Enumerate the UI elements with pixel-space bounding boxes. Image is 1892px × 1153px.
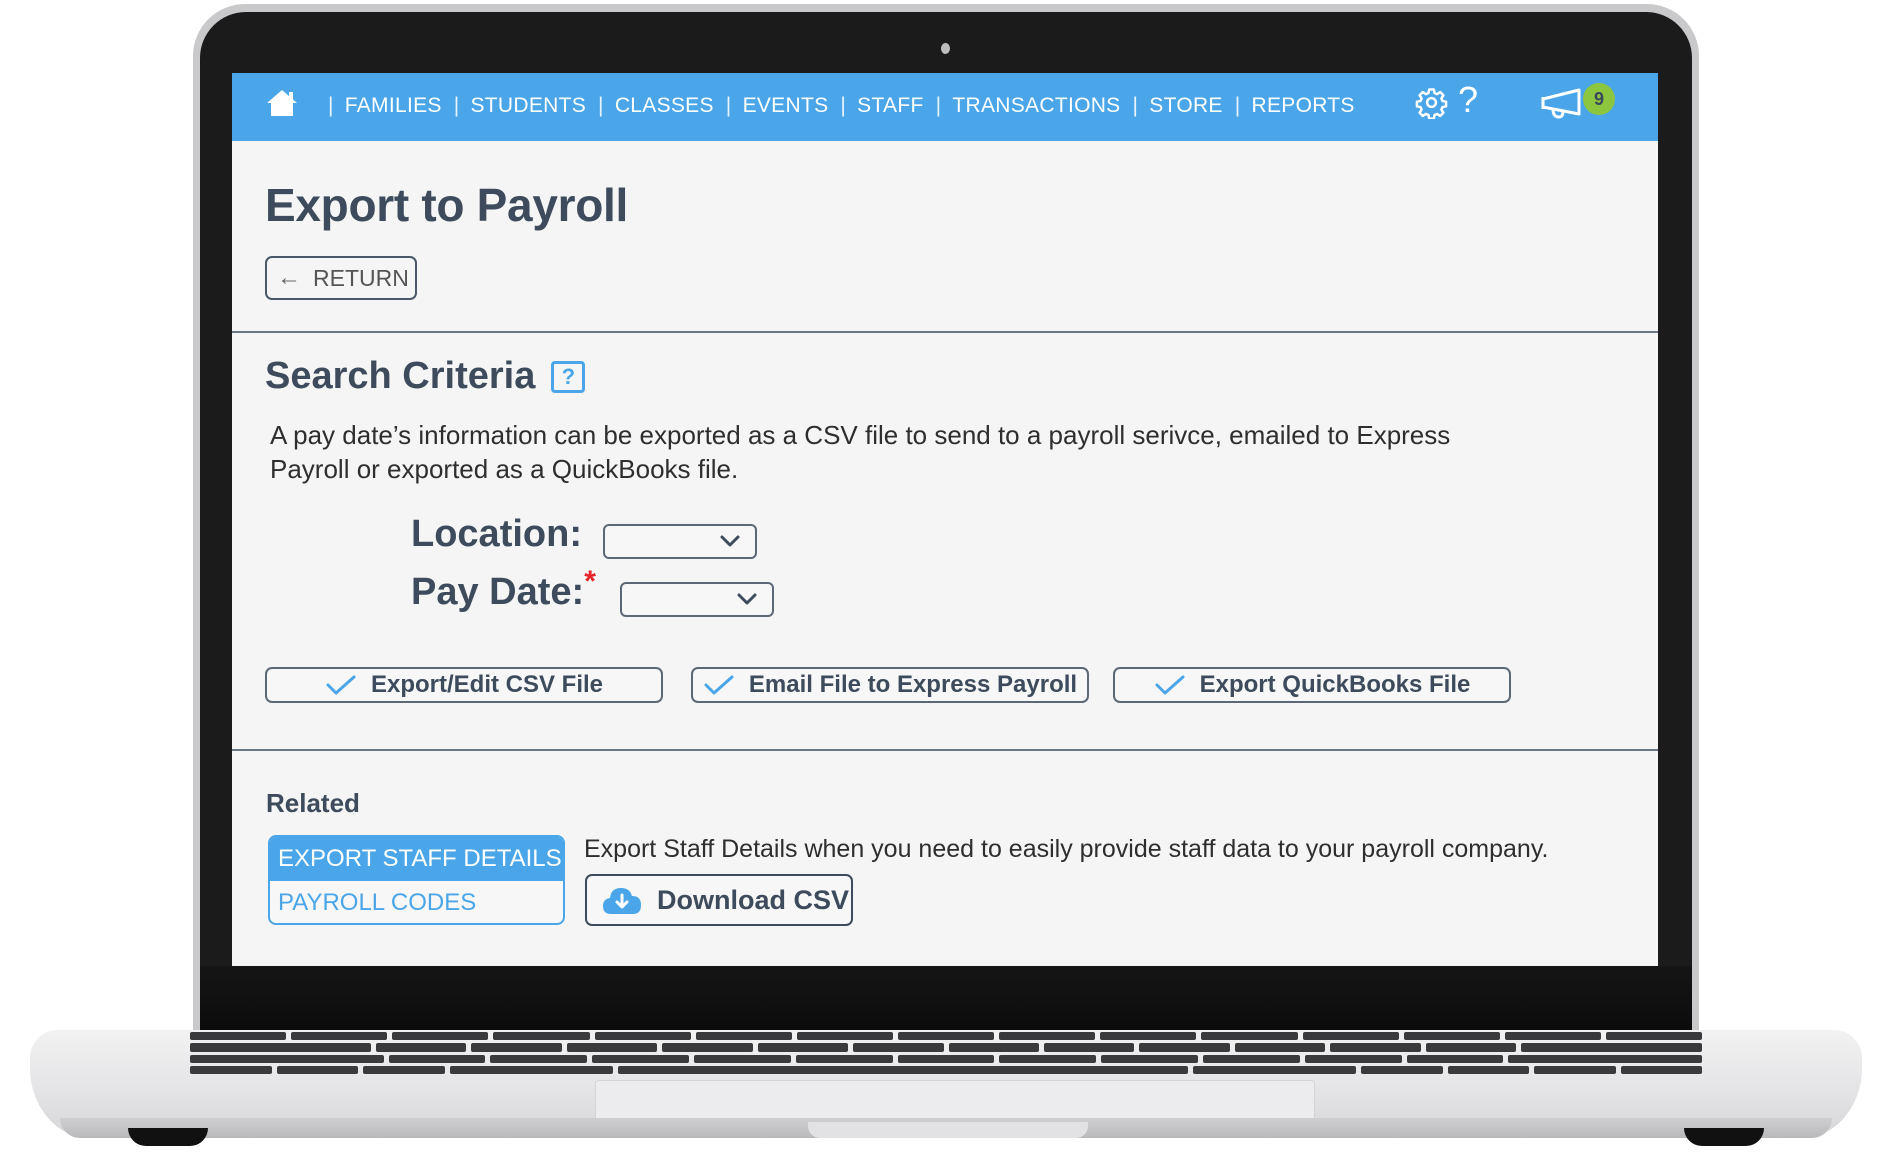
chevron-down-icon <box>720 535 740 547</box>
search-criteria-description: A pay date’s information can be exported… <box>270 420 1451 484</box>
location-select[interactable] <box>603 524 757 559</box>
keyboard <box>190 1030 1703 1076</box>
search-criteria-title: Search Criteria <box>265 355 536 397</box>
nav-item-students[interactable]: STUDENTS <box>470 94 586 118</box>
page-title: Export to Payroll <box>265 179 628 231</box>
nav-item-transactions[interactable]: TRANSACTIONS <box>952 94 1120 118</box>
laptop-notch <box>808 1122 1088 1138</box>
export-csv-label: Export/Edit CSV File <box>370 671 604 698</box>
nav-separator: | <box>725 94 732 117</box>
export-csv-button[interactable]: Export/Edit CSV File <box>265 667 663 703</box>
export-quickbooks-label: Export QuickBooks File <box>1199 671 1471 698</box>
gear-icon[interactable] <box>1415 86 1448 119</box>
required-marker: * <box>584 565 596 598</box>
laptop-foot <box>128 1128 208 1146</box>
nav-item-reports[interactable]: REPORTS <box>1252 94 1355 118</box>
pay-date-label: Pay Date:* <box>411 565 596 614</box>
chevron-down-icon <box>737 593 757 605</box>
trackpad <box>595 1080 1315 1118</box>
export-quickbooks-button[interactable]: Export QuickBooks File <box>1113 667 1511 703</box>
nav-separator: | <box>453 94 460 117</box>
related-item-export-staff-details[interactable]: EXPORT STAFF DETAILS <box>270 837 563 881</box>
nav-item-store[interactable]: STORE <box>1149 94 1222 118</box>
pay-date-select[interactable] <box>620 582 774 617</box>
return-button-label: RETURN <box>313 264 409 291</box>
check-icon <box>1155 675 1185 695</box>
cloud-download-icon <box>603 888 641 914</box>
email-express-payroll-button[interactable]: Email File to Express Payroll <box>691 667 1089 703</box>
nav-item-events[interactable]: EVENTS <box>743 94 829 118</box>
nav-separator: | <box>328 94 334 117</box>
nav-separator: | <box>935 94 942 117</box>
nav-separator: | <box>1234 94 1241 117</box>
related-description: Export Staff Details when you need to ea… <box>584 835 1549 863</box>
location-label: Location: <box>411 513 582 555</box>
home-icon[interactable] <box>265 88 299 118</box>
help-square-icon[interactable]: ? <box>551 360 586 393</box>
search-criteria-heading: Search Criteria ? <box>265 355 586 398</box>
nav-separator: | <box>840 94 847 117</box>
pay-date-label-text: Pay Date: <box>411 571 585 613</box>
email-express-payroll-label: Email File to Express Payroll <box>748 671 1078 698</box>
section-divider <box>232 749 1658 751</box>
help-icon[interactable]: ? <box>1458 82 1478 118</box>
nav-item-staff[interactable]: STAFF <box>857 94 923 118</box>
nav-separator: | <box>598 94 604 117</box>
notification-badge[interactable]: 9 <box>1583 83 1615 115</box>
check-icon <box>326 675 356 695</box>
laptop-chin <box>200 966 1692 1030</box>
megaphone-icon[interactable] <box>1539 87 1587 121</box>
screen: | FAMILIES | STUDENTS | CLASSES | EVENTS… <box>232 73 1658 966</box>
nav-item-families[interactable]: FAMILIES <box>345 94 442 118</box>
arrow-left-icon: ← <box>277 264 301 291</box>
related-item-payroll-codes[interactable]: PAYROLL CODES <box>270 881 563 923</box>
nav-item-classes[interactable]: CLASSES <box>615 94 714 118</box>
related-links: EXPORT STAFF DETAILS PAYROLL CODES <box>268 835 565 925</box>
laptop-foot <box>1684 1128 1764 1146</box>
download-csv-button[interactable]: Download CSV <box>585 874 853 926</box>
nav-separator: | <box>1132 94 1139 117</box>
download-csv-label: Download CSV <box>657 884 850 915</box>
nav-menu: | FAMILIES | STUDENTS | CLASSES | EVENTS… <box>316 94 1355 118</box>
check-icon <box>704 675 734 695</box>
return-button[interactable]: ← RETURN <box>265 256 417 300</box>
related-heading: Related <box>266 788 360 818</box>
section-divider <box>232 331 1658 333</box>
top-navbar: | FAMILIES | STUDENTS | CLASSES | EVENTS… <box>232 73 1658 141</box>
webcam <box>941 43 950 54</box>
